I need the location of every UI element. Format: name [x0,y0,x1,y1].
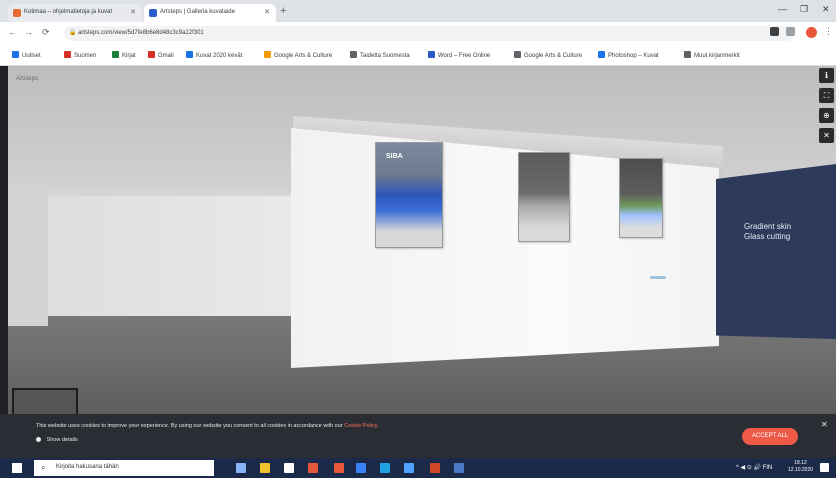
bookmark-item[interactable]: Google Arts & Culture [264,51,332,59]
bookmark-icon [684,51,691,58]
fullscreen-icon[interactable]: ⛶ [819,88,834,103]
photos-icon[interactable] [404,463,414,473]
cookie-text: This website uses cookies to improve you… [36,423,379,429]
left-wall-edge [8,186,48,326]
wall-caption-line: Glass cutting [744,232,791,241]
painting-title: SIBA [386,153,403,160]
painting-1[interactable]: SIBA [375,142,443,248]
address-bar[interactable]: 🔒 artsteps.com/view/5d7fe8b6e8d48c3c9a12… [64,26,794,41]
bookmark-item[interactable]: Kuvat 2020 kevät [186,51,242,59]
tab-favicon-icon [13,9,21,17]
extension-icon[interactable] [770,27,779,36]
task-view-icon[interactable] [236,463,246,473]
bookmark-item[interactable]: Uutiset [12,51,41,59]
clock-date: 12.10.2020 [788,467,814,473]
word-icon[interactable] [454,463,464,473]
gallery-loading-label: Artsteps [16,76,39,82]
close-window-icon[interactable]: ✕ [822,4,830,15]
bookmark-item[interactable]: Kirjat [112,51,136,59]
bookmark-item[interactable]: Gmail [148,51,174,59]
menu-kebab-icon[interactable]: ⋮ [824,26,833,37]
cookie-show-details[interactable]: Show details [36,437,78,443]
cookie-policy-link[interactable]: Cookie Policy. [344,423,378,429]
search-icon: ⌕ [41,463,46,472]
lock-icon: 🔒 [69,30,77,36]
details-dot-icon [36,437,41,442]
bookmark-item[interactable]: Suomen [64,51,96,59]
edge-icon[interactable] [380,463,390,473]
tab-close-icon[interactable]: ✕ [130,8,136,16]
powerpoint-icon[interactable] [430,463,440,473]
zoom-icon[interactable]: ⊕ [819,108,834,123]
office-icon[interactable] [308,463,318,473]
bookmark-icon [64,51,71,58]
mail-icon[interactable] [356,463,366,473]
tab-kotimaa[interactable]: Kotimaa – ohjelmatietoja ja kuvat ✕ [8,4,142,22]
taskbar-clock[interactable]: 18.12 12.10.2020 [788,460,813,474]
profile-avatar[interactable] [806,27,817,38]
bookmark-icon [264,51,271,58]
tab-favicon-icon [149,9,157,17]
notification-icon[interactable] [820,463,829,472]
bookmark-icon [186,51,193,58]
bookmark-item[interactable]: Taidetta Suomesta [350,51,410,59]
back-icon[interactable]: ← [8,27,17,37]
tab-artsteps[interactable]: Artsteps | Galleria kuvataide ✕ [144,4,276,22]
bookmark-item[interactable]: Muut kirjanmerkit [684,51,740,59]
chrome-icon[interactable] [334,463,344,473]
tab-label: Artsteps | Galleria kuvataide [160,9,235,15]
screen: Kotimaa – ohjelmatietoja ja kuvat ✕ Arts… [0,0,836,478]
painting-2[interactable] [518,152,570,242]
blue-wall [716,164,836,339]
bookmarks-bar: Uutiset Suomen Kirjat Gmail Kuvat 2020 k… [0,44,836,66]
minimize-icon[interactable]: — [778,4,787,14]
tab-label: Kotimaa – ohjelmatietoja ja kuvat [24,9,113,15]
cookie-banner: This website uses cookies to improve you… [0,414,836,458]
bookmark-item[interactable]: Photoshop – Kuvat [598,51,659,59]
viewer-toolbar: ℹ ⛶ ⊕ ✕ [819,68,836,148]
cookie-close-icon[interactable]: ✕ [821,420,828,429]
bookmark-icon [148,51,155,58]
clock-time: 18.12 [794,460,807,466]
floor-marker[interactable] [650,276,666,279]
bookmark-item[interactable]: Word – Free Online [428,51,490,59]
taskbar: ⌕ Kirjoita hakusana tähän ^ ◀ ⊙ 🔊 FIN 18… [0,458,836,478]
address-row: ← → ⟳ 🔒 artsteps.com/view/5d7fe8b6e8d48c… [0,22,836,44]
address-text: artsteps.com/view/5d7fe8b6e8d48c3c9a12f3… [78,30,204,36]
forward-icon[interactable]: → [24,27,33,37]
store-icon[interactable] [284,463,294,473]
bookmark-icon [350,51,357,58]
star-icon[interactable] [786,27,795,36]
bookmark-icon [428,51,435,58]
file-explorer-icon[interactable] [260,463,270,473]
system-tray[interactable]: ^ ◀ ⊙ 🔊 FIN [736,464,772,471]
accept-all-button[interactable]: ACCEPT ALL [742,428,798,445]
maximize-icon[interactable]: ❐ [800,4,808,15]
wall-caption-line: Gradient skin [744,222,792,231]
reload-icon[interactable]: ⟳ [42,27,50,38]
taskbar-search-input[interactable]: ⌕ Kirjoita hakusana tähän [34,460,214,476]
bookmark-item[interactable]: Google Arts & Culture [514,51,582,59]
bookmark-icon [12,51,19,58]
painting-3[interactable] [619,158,663,238]
info-icon[interactable]: ℹ [819,68,834,83]
new-tab-button[interactable]: + [280,5,286,17]
close-viewer-icon[interactable]: ✕ [819,128,834,143]
tab-strip: Kotimaa – ohjelmatietoja ja kuvat ✕ Arts… [0,0,836,22]
windows-start-icon[interactable] [12,463,22,473]
tab-close-icon[interactable]: ✕ [264,8,270,16]
wall-caption: Gradient skin Glass cutting [744,222,791,242]
left-wall [8,196,298,316]
bookmark-icon [598,51,605,58]
bookmark-icon [514,51,521,58]
bookmark-icon [112,51,119,58]
